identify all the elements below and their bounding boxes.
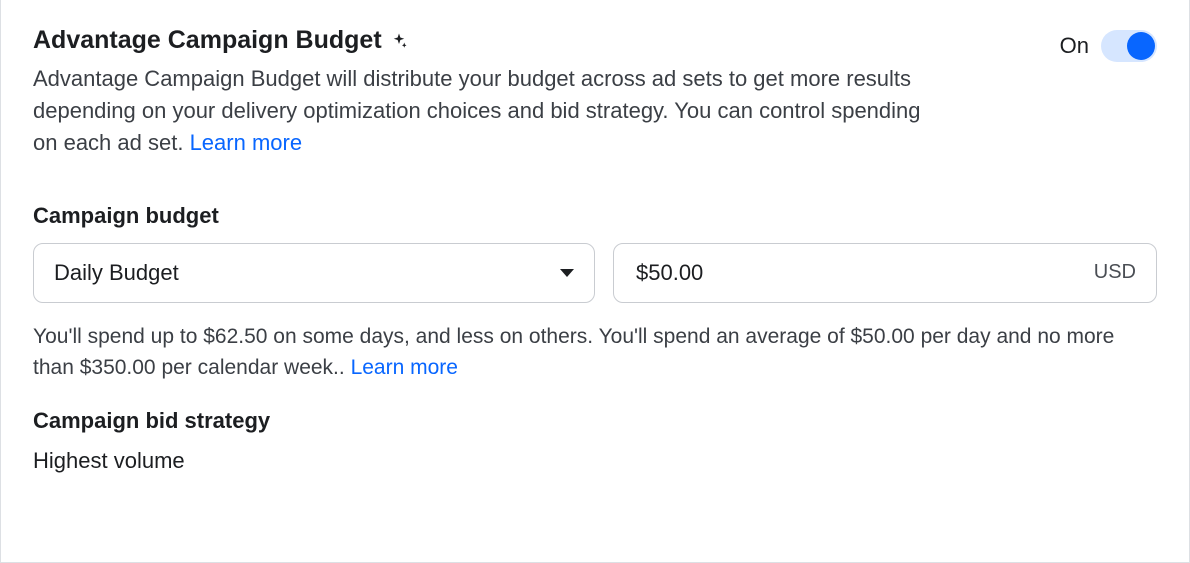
- toggle-state-label: On: [1060, 33, 1089, 59]
- budget-amount-input[interactable]: [634, 259, 834, 287]
- budget-amount-field[interactable]: USD: [613, 243, 1157, 303]
- bid-label: Campaign bid strategy: [33, 408, 1157, 434]
- header-row: Advantage Campaign Budget Advantage Camp…: [33, 26, 1157, 159]
- budget-learn-more-link[interactable]: Learn more: [351, 356, 458, 379]
- budget-section: Campaign budget Daily Budget USD You'll …: [33, 203, 1157, 384]
- budget-hint: You'll spend up to $62.50 on some days, …: [33, 321, 1157, 384]
- budget-toggle[interactable]: [1101, 30, 1157, 62]
- currency-label: USD: [1094, 261, 1136, 284]
- budget-type-select[interactable]: Daily Budget: [33, 243, 595, 303]
- toggle-wrap: On: [1060, 26, 1157, 62]
- header-left: Advantage Campaign Budget Advantage Camp…: [33, 26, 1060, 159]
- bid-section: Campaign bid strategy Highest volume: [33, 408, 1157, 474]
- chevron-down-icon: [560, 269, 574, 277]
- budget-label: Campaign budget: [33, 203, 1157, 229]
- description-text: Advantage Campaign Budget will distribut…: [33, 66, 921, 155]
- toggle-knob: [1127, 32, 1155, 60]
- learn-more-link[interactable]: Learn more: [190, 130, 303, 155]
- budget-hint-text: You'll spend up to $62.50 on some days, …: [33, 325, 1114, 380]
- title-line: Advantage Campaign Budget: [33, 26, 1060, 55]
- budget-row: Daily Budget USD: [33, 243, 1157, 303]
- section-description: Advantage Campaign Budget will distribut…: [33, 63, 933, 159]
- budget-type-value: Daily Budget: [54, 260, 179, 286]
- bid-value: Highest volume: [33, 448, 1157, 474]
- campaign-budget-panel: Advantage Campaign Budget Advantage Camp…: [0, 0, 1190, 563]
- section-title: Advantage Campaign Budget: [33, 26, 382, 55]
- sparkle-icon: [390, 32, 408, 50]
